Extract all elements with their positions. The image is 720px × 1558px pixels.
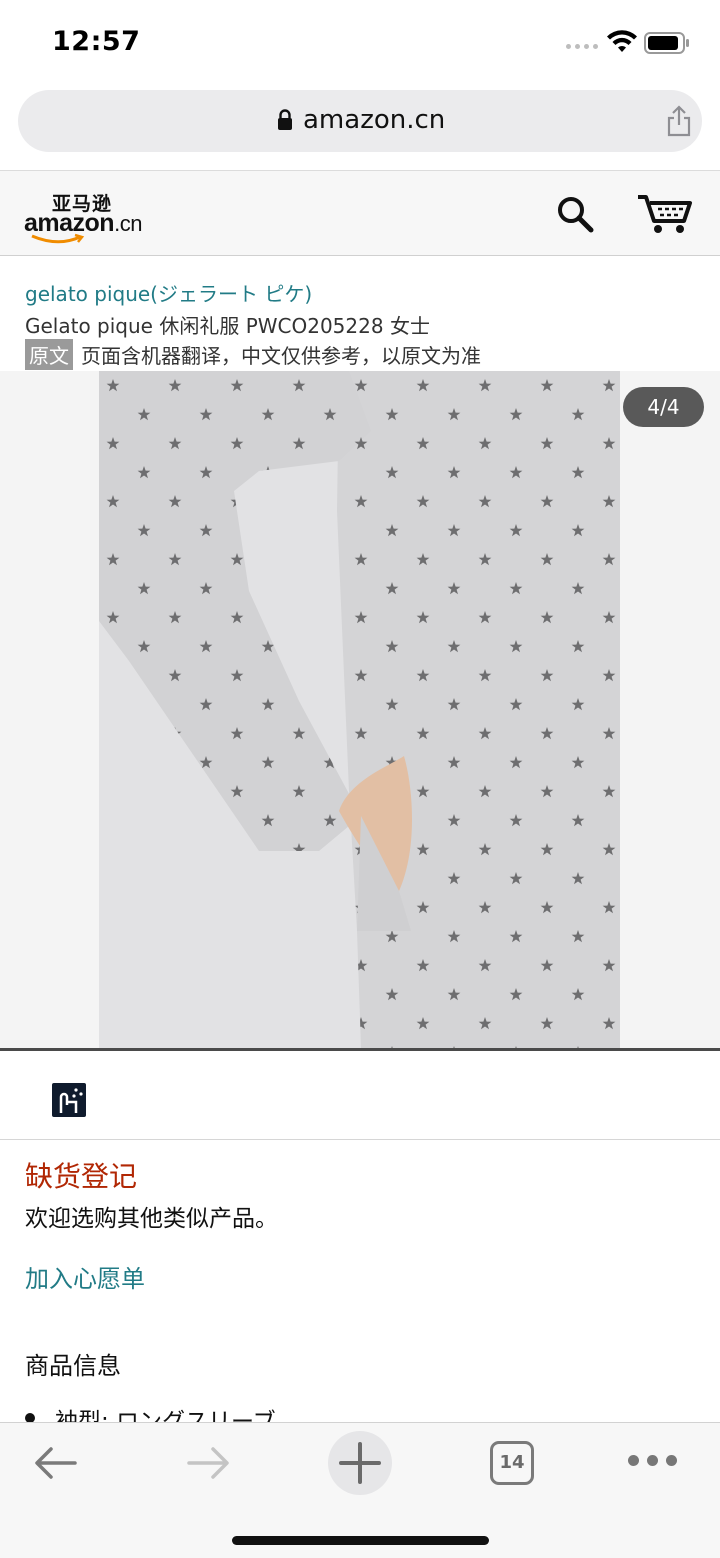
battery-icon (644, 32, 689, 54)
forward-arrow-icon[interactable] (185, 1443, 231, 1483)
product-title: Gelato pique 休闲礼服 PWCO205228 女士 (25, 314, 430, 338)
plus-icon (339, 1442, 381, 1484)
cart-icon[interactable] (636, 191, 694, 235)
out-of-stock-title: 缺货登记 (25, 1160, 138, 1193)
address-bar[interactable]: amazon.cn (18, 90, 702, 152)
media-icon-row (0, 1051, 720, 1140)
product-info-heading: 商品信息 (25, 1352, 121, 1380)
out-of-stock-message: 欢迎选购其他类似产品。 (25, 1206, 278, 1232)
wifi-icon (607, 30, 637, 52)
translation-note: 原文 页面含机器翻译，中文仅供参考，以原文为准 (25, 339, 481, 370)
lock-icon (278, 109, 292, 130)
list-item: 袖型: ロングスリーブ (25, 1400, 276, 1422)
home-indicator[interactable] (232, 1536, 489, 1545)
translation-note-text: 页面含机器翻译，中文仅供参考，以原文为准 (81, 344, 481, 368)
new-tab-button[interactable] (328, 1431, 392, 1495)
image-carousel[interactable]: 4/4 (0, 371, 720, 1048)
add-to-wishlist-link[interactable]: 加入心愿单 (25, 1259, 145, 1294)
search-icon[interactable] (556, 195, 594, 233)
amazon-logo[interactable]: 亚马逊 amazon.cn (24, 189, 154, 245)
touch-360-icon[interactable] (52, 1083, 86, 1117)
brand-link[interactable]: gelato pique(ジェラート ピケ) (25, 278, 312, 307)
bullet-icon (25, 1413, 35, 1422)
status-time: 12:57 (52, 26, 141, 57)
logo-smile-icon (31, 233, 85, 244)
original-text-button[interactable]: 原文 (25, 339, 73, 370)
image-counter-badge: 4/4 (623, 387, 704, 427)
site-header: 亚马逊 amazon.cn (0, 170, 720, 256)
status-bar: 12:57 (0, 0, 720, 88)
url-text[interactable]: amazon.cn (303, 105, 445, 135)
more-icon[interactable] (628, 1455, 677, 1466)
tabs-button[interactable]: 14 (490, 1441, 534, 1485)
share-icon[interactable] (663, 104, 695, 138)
bullet-text: 袖型: ロングスリーブ (55, 1409, 276, 1422)
back-arrow-icon[interactable] (33, 1443, 79, 1483)
browser-toolbar: 14 (0, 1422, 720, 1558)
product-image[interactable] (99, 371, 620, 1048)
signal-icon (566, 44, 598, 49)
